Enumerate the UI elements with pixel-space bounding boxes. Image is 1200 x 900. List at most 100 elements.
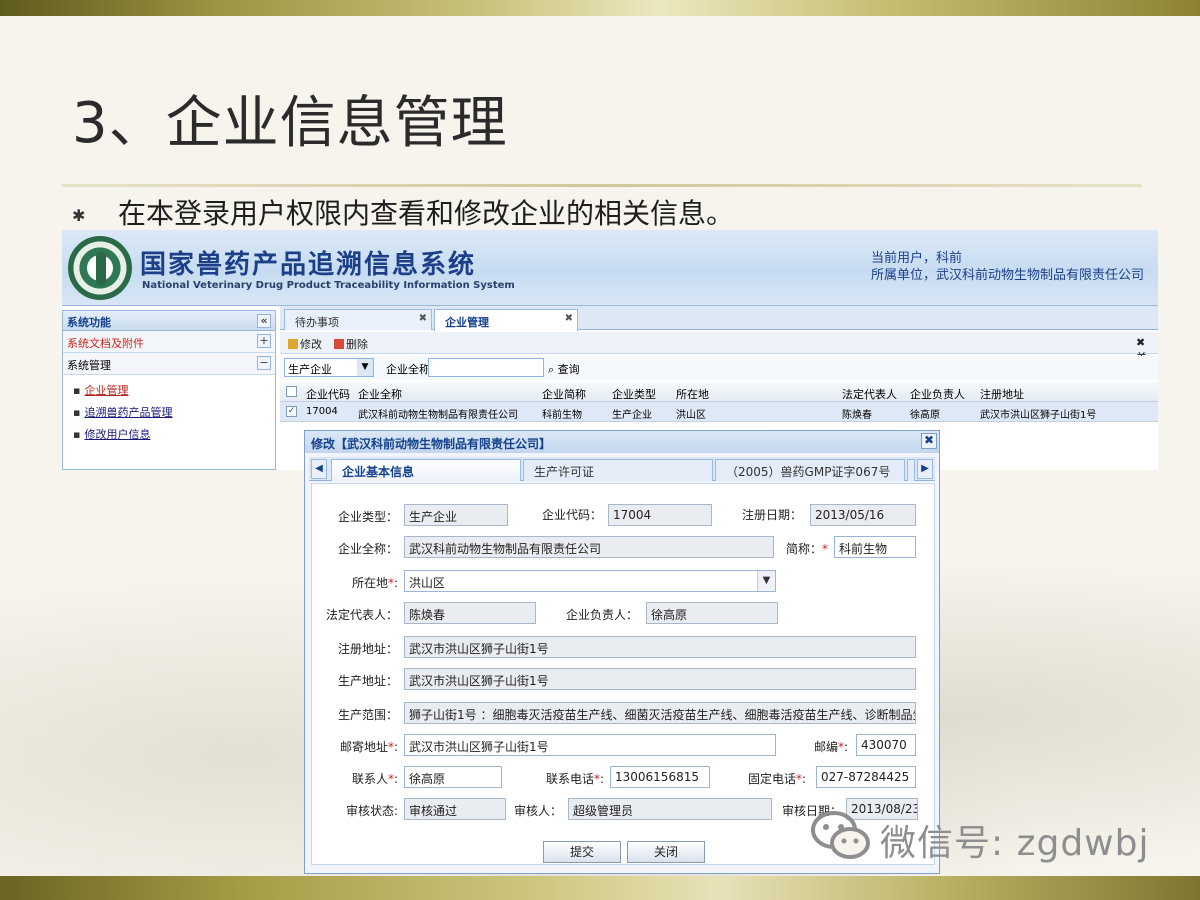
grid-toolbar: 修改 删除 ✖ 关 bbox=[280, 332, 1158, 364]
col-header-code[interactable]: 企业代码 bbox=[306, 386, 350, 402]
tab-gmp-certificate[interactable]: （2005）兽药GMP证字067号 bbox=[715, 459, 905, 481]
user-info: 当前用户，科前 所属单位，武汉科前动物生物制品有限责任公司 bbox=[871, 250, 1144, 284]
col-header-reg-address[interactable]: 注册地址 bbox=[980, 386, 1024, 402]
close-button[interactable]: 关闭 bbox=[627, 841, 705, 863]
select-all-checkbox[interactable] bbox=[286, 386, 297, 397]
collapse-button[interactable]: « bbox=[257, 314, 271, 328]
audit-status-field: 审核通过 bbox=[404, 798, 506, 820]
current-user: 当前用户，科前 bbox=[870, 251, 962, 266]
phone-input[interactable]: 13006156815 bbox=[610, 766, 710, 788]
col-header-fullname[interactable]: 企业全称 bbox=[358, 386, 402, 402]
left-nav-panel: 系统功能 « 系统文档及附件 + 系统管理 − ▪ 企业管理 ▪ 追溯兽药产品管理 … bbox=[62, 310, 276, 470]
wechat-icon bbox=[811, 811, 870, 859]
tab-production-license[interactable]: 生产许可证 bbox=[523, 459, 713, 481]
prod-address-field: 武汉市洪山区狮子山街1号 bbox=[404, 668, 916, 690]
edit-button[interactable]: 修改 bbox=[288, 336, 322, 352]
app-header: 国家兽药产品追溯信息系统 National Veterinary Drug Pr… bbox=[62, 230, 1158, 306]
bullet-icon: ✱ bbox=[72, 206, 86, 225]
table-row[interactable]: ✓ 17004 武汉科前动物生物制品有限责任公司 科前生物 生产企业 洪山区 陈… bbox=[280, 402, 1158, 422]
delete-button[interactable]: 删除 bbox=[334, 336, 368, 352]
legal-rep-label: 法定代表人： bbox=[325, 608, 398, 622]
dialog-title: 修改【武汉科前动物生物制品有限责任公司】 ✖ bbox=[305, 431, 939, 453]
zip-label: 邮编*: bbox=[813, 740, 848, 754]
col-header-location[interactable]: 所在地 bbox=[676, 386, 709, 402]
contact-label: 联系人*: bbox=[351, 772, 398, 786]
scope-label: 生产范围： bbox=[337, 708, 398, 722]
short-name-input[interactable]: 科前生物 bbox=[834, 536, 916, 558]
nav-section-documents[interactable]: 系统文档及附件 + bbox=[63, 331, 275, 353]
nav-section-label: 系统文档及附件 bbox=[67, 337, 144, 350]
auditor-label: 审核人： bbox=[513, 804, 562, 818]
delete-icon bbox=[334, 339, 344, 349]
cell-legal-rep: 陈焕春 bbox=[842, 410, 872, 421]
nav-panel-title: 系统功能 bbox=[67, 316, 111, 329]
tab-label: 企业管理 bbox=[445, 316, 489, 329]
legal-rep-field: 陈焕春 bbox=[404, 602, 536, 624]
pencil-icon bbox=[288, 339, 298, 349]
slide-top-band bbox=[0, 0, 1200, 16]
cell-fullname: 武汉科前动物生物制品有限责任公司 bbox=[358, 410, 518, 421]
wechat-watermark: 微信号: zgdwbj bbox=[810, 810, 1170, 870]
enterprise-name-input[interactable] bbox=[428, 358, 544, 377]
dialog-title-text: 修改【武汉科前动物生物制品有限责任公司】 bbox=[311, 437, 552, 451]
cell-location: 洪山区 bbox=[676, 410, 706, 421]
close-icon[interactable]: ✖ bbox=[921, 433, 937, 449]
enterprise-name-label: 企业全称 bbox=[386, 363, 430, 376]
enterprise-type-select[interactable]: 生产企业 ▼ bbox=[284, 358, 374, 377]
location-label: 所在地*: bbox=[351, 576, 398, 590]
cell-type: 生产企业 bbox=[612, 410, 652, 421]
reg-address-label: 注册地址： bbox=[337, 642, 398, 656]
col-header-manager[interactable]: 企业负责人 bbox=[910, 386, 965, 402]
fullname-field: 武汉科前动物生物制品有限责任公司 bbox=[404, 536, 774, 558]
type-field: 生产企业 bbox=[404, 504, 508, 526]
tab-label: 待办事项 bbox=[295, 316, 339, 329]
type-label: 企业类型： bbox=[337, 510, 398, 524]
submit-button[interactable]: 提交 bbox=[543, 841, 621, 863]
dialog-tab-bar: ◀ 企业基本信息 生产许可证 （2005）兽药GMP证字067号 （ ▶ bbox=[309, 457, 935, 481]
contact-input[interactable]: 徐高原 bbox=[404, 766, 502, 788]
mail-address-input[interactable]: 武汉市洪山区狮子山街1号 bbox=[404, 734, 776, 756]
tab-bar: 待办事项 ✖ 企业管理 ✖ bbox=[280, 306, 1158, 331]
search-row: 生产企业 ▼ 企业全称 ⌕ 查询 bbox=[280, 356, 1158, 380]
tab-close-icon[interactable]: ✖ bbox=[565, 313, 573, 324]
phone-label: 联系电话*: bbox=[545, 772, 604, 786]
nav-link-traceable-products[interactable]: ▪ 追溯兽药产品管理 bbox=[63, 401, 275, 423]
scope-field: 狮子山街1号 ：细胞毒灭活疫苗生产线、细菌灭活疫苗生产线、细胞毒活疫苗生产线、诊… bbox=[404, 702, 916, 724]
fixed-phone-input[interactable]: 027-87284425 bbox=[816, 766, 916, 788]
tab-enterprise-management[interactable]: 企业管理 ✖ bbox=[434, 309, 578, 331]
short-name-label: 简称：* bbox=[785, 542, 828, 556]
nav-link-edit-user[interactable]: ▪ 修改用户信息 bbox=[63, 423, 275, 445]
location-select[interactable]: 洪山区 ▼ bbox=[404, 570, 776, 592]
nav-section-system-management[interactable]: 系统管理 − bbox=[63, 353, 275, 375]
scroll-left-icon[interactable]: ◀ bbox=[311, 459, 327, 479]
mail-address-label: 邮寄地址*: bbox=[339, 740, 398, 754]
tab-close-icon[interactable]: ✖ bbox=[419, 313, 427, 324]
cell-reg-address: 武汉市洪山区狮子山街1号 bbox=[980, 410, 1097, 421]
tab-basic-info[interactable]: 企业基本信息 bbox=[331, 459, 521, 481]
current-unit: 所属单位，武汉科前动物生物制品有限责任公司 bbox=[870, 268, 1144, 283]
grid-header: 企业代码 企业全称 企业简称 企业类型 所在地 法定代表人 企业负责人 注册地址 bbox=[280, 382, 1158, 402]
col-header-legal-rep[interactable]: 法定代表人 bbox=[842, 386, 897, 402]
collapse-section-button[interactable]: − bbox=[257, 356, 271, 370]
manager-field: 徐高原 bbox=[646, 602, 778, 624]
row-checkbox[interactable]: ✓ bbox=[286, 406, 297, 417]
watermark-text: 微信号: zgdwbj bbox=[880, 823, 1150, 864]
code-label: 企业代码： bbox=[541, 508, 602, 522]
zip-input[interactable]: 430070 bbox=[856, 734, 916, 756]
slide-title: 3、企业信息管理 bbox=[72, 91, 508, 156]
search-icon: ⌕ bbox=[548, 363, 555, 376]
prod-address-label: 生产地址： bbox=[337, 674, 398, 688]
tab-todo[interactable]: 待办事项 ✖ bbox=[284, 309, 432, 330]
edit-enterprise-dialog: 修改【武汉科前动物生物制品有限责任公司】 ✖ ◀ 企业基本信息 生产许可证 （2… bbox=[304, 430, 940, 874]
nav-link-enterprise-management[interactable]: ▪ 企业管理 bbox=[63, 379, 275, 401]
query-button[interactable]: ⌕ 查询 bbox=[548, 361, 580, 377]
col-header-type[interactable]: 企业类型 bbox=[612, 386, 656, 402]
scroll-right-icon[interactable]: ▶ bbox=[917, 459, 933, 479]
tab-more[interactable]: （ bbox=[907, 459, 915, 481]
cell-manager: 徐高原 bbox=[910, 410, 940, 421]
fullname-label: 企业全称： bbox=[337, 542, 398, 556]
col-header-shortname[interactable]: 企业简称 bbox=[542, 386, 586, 402]
title-divider bbox=[62, 184, 1142, 187]
expand-button[interactable]: + bbox=[257, 334, 271, 348]
chevron-down-icon: ▼ bbox=[757, 571, 775, 591]
